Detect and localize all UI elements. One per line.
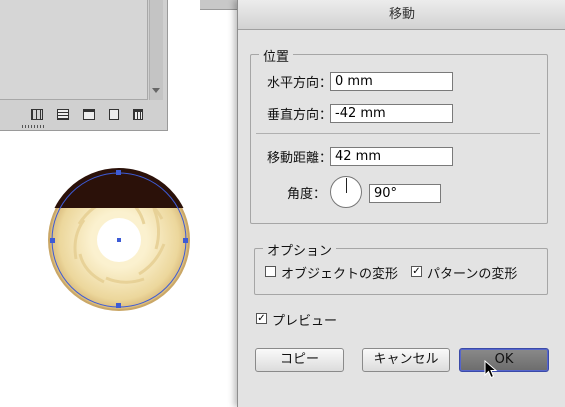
vertical-input[interactable]: -42 mm [330, 104, 453, 123]
resize-grip-icon[interactable] [22, 125, 44, 128]
transform-patterns-checkbox[interactable]: ✓ [411, 266, 422, 277]
panel-toolbar [0, 102, 163, 126]
dialog-title: 移動 [238, 0, 565, 30]
grid-menu-icon[interactable] [31, 108, 43, 120]
position-group-title: 位置 [259, 46, 294, 65]
background-window-edge [200, 0, 240, 10]
preview-label: プレビュー [272, 314, 338, 329]
list-icon[interactable] [57, 108, 69, 120]
distance-label: 移動距離： [266, 151, 332, 166]
folder-icon[interactable] [83, 108, 95, 120]
transform-objects-checkbox[interactable] [265, 266, 276, 277]
dialog-body: 位置 水平方向： 0 mm 垂直方向： -42 mm 移動距離： 42 mm 角… [238, 30, 565, 407]
layers-panel-list [0, 0, 148, 100]
horizontal-input[interactable]: 0 mm [330, 72, 453, 91]
copy-button[interactable]: コピー [255, 348, 344, 372]
ok-button[interactable]: OK [459, 348, 549, 372]
anchor-left[interactable] [50, 238, 55, 243]
scroll-down-icon[interactable] [152, 88, 160, 93]
preview-checkbox[interactable]: ✓ [256, 313, 267, 324]
panel-scrollbar[interactable] [149, 0, 163, 100]
mouse-cursor-icon [484, 360, 498, 379]
distance-input[interactable]: 42 mm [330, 147, 453, 166]
anchor-top[interactable] [116, 170, 121, 175]
angle-input[interactable]: 90° [369, 184, 441, 203]
new-page-icon[interactable] [109, 108, 119, 120]
transform-patterns-label: パターンの変形 [427, 267, 518, 282]
cancel-button[interactable]: キャンセル [362, 348, 450, 372]
options-group-title: オプション [263, 240, 337, 259]
anchor-bottom[interactable] [116, 303, 121, 308]
position-divider [256, 133, 540, 134]
trash-icon[interactable] [133, 108, 143, 120]
move-dialog: 移動 位置 水平方向： 0 mm 垂直方向： -42 mm 移動距離： 42 m… [237, 0, 565, 407]
transform-objects-label: オブジェクトの変形 [281, 267, 399, 282]
angle-label: 角度： [286, 187, 326, 202]
layers-panel [0, 0, 168, 131]
vertical-label: 垂直方向： [266, 108, 332, 123]
horizontal-label: 水平方向： [266, 76, 332, 91]
anchor-right[interactable] [183, 238, 188, 243]
angle-dial-icon[interactable] [330, 176, 362, 208]
donut-artwork[interactable] [44, 164, 194, 314]
center-point [117, 238, 121, 242]
